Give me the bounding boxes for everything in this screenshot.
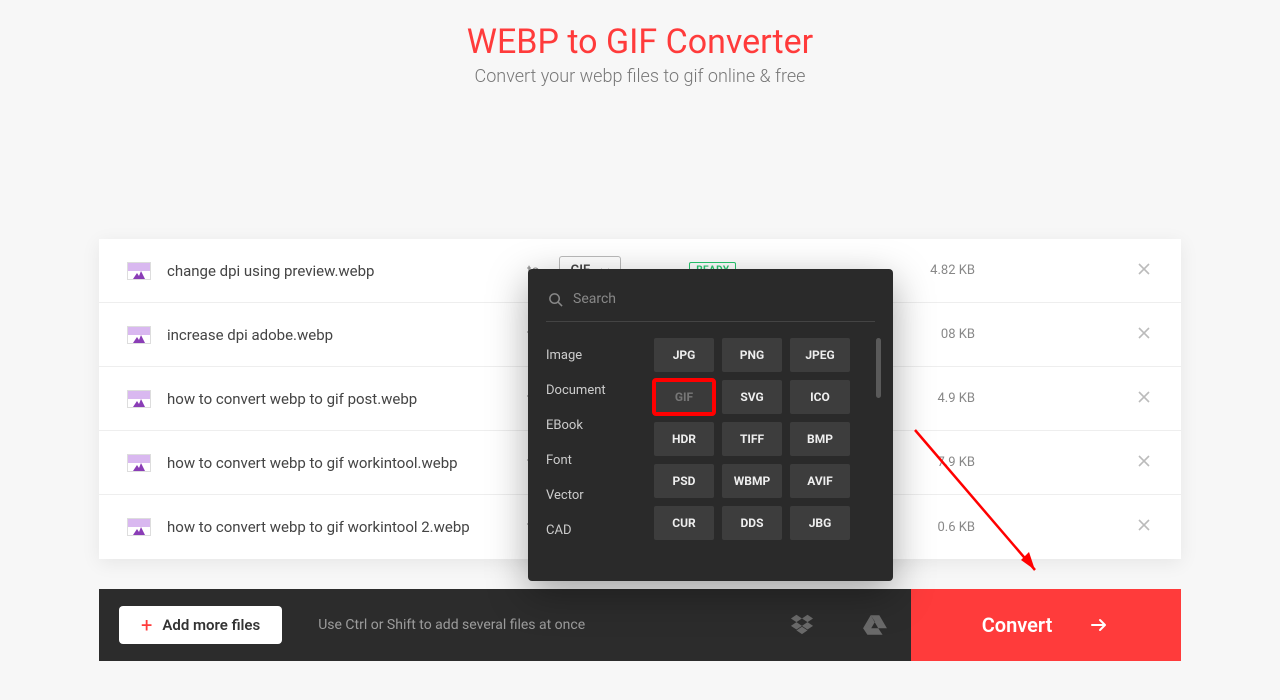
page-header: WEBP to GIF Converter Convert your webp … <box>0 0 1280 97</box>
file-size: 4.9 KB <box>937 391 975 406</box>
remove-file-button[interactable] <box>1135 388 1153 410</box>
search-icon <box>548 292 563 307</box>
remove-file-button[interactable] <box>1135 516 1153 538</box>
convert-button[interactable]: Convert <box>911 589 1181 661</box>
ext-cur[interactable]: CUR <box>654 506 714 540</box>
ext-gif[interactable]: GIF <box>654 380 714 414</box>
remove-file-button[interactable] <box>1135 260 1153 282</box>
cloud-sources <box>767 589 911 661</box>
file-thumb-icon <box>127 262 151 280</box>
file-name: how to convert webp to gif workintool.we… <box>167 454 507 472</box>
ext-tiff[interactable]: TIFF <box>722 422 782 456</box>
multi-select-hint: Use Ctrl or Shift to add several files a… <box>318 617 585 633</box>
file-size: 0.6 KB <box>937 520 975 535</box>
category-image[interactable]: Image <box>546 338 642 373</box>
category-ebook[interactable]: EBook <box>546 408 642 443</box>
ext-ico[interactable]: ICO <box>790 380 850 414</box>
remove-file-button[interactable] <box>1135 452 1153 474</box>
file-size: 7.9 KB <box>937 455 975 470</box>
add-more-files-button[interactable]: + Add more files <box>119 606 282 644</box>
file-size: 4.82 KB <box>930 263 975 278</box>
format-dropdown: Image Document EBook Font Vector CAD JPG… <box>528 269 893 581</box>
ext-dds[interactable]: DDS <box>722 506 782 540</box>
ext-psd[interactable]: PSD <box>654 464 714 498</box>
dropbox-icon <box>790 612 816 638</box>
file-thumb-icon <box>127 454 151 472</box>
category-font[interactable]: Font <box>546 443 642 478</box>
ext-avif[interactable]: AVIF <box>790 464 850 498</box>
page-subtitle: Convert your webp files to gif online & … <box>0 66 1280 87</box>
file-thumb-icon <box>127 518 151 536</box>
ext-svg[interactable]: SVG <box>722 380 782 414</box>
dropbox-button[interactable] <box>767 589 839 661</box>
file-thumb-icon <box>127 390 151 408</box>
google-drive-icon <box>862 612 888 638</box>
format-search-row <box>546 287 875 322</box>
file-name: change dpi using preview.webp <box>167 262 507 280</box>
bottom-toolbar: + Add more files Use Ctrl or Shift to ad… <box>99 589 1181 661</box>
plus-icon: + <box>141 618 152 632</box>
format-category-list: Image Document EBook Font Vector CAD <box>546 338 642 568</box>
category-cad[interactable]: CAD <box>546 513 642 548</box>
category-vector[interactable]: Vector <box>546 478 642 513</box>
format-search-input[interactable] <box>573 291 873 307</box>
convert-label: Convert <box>982 613 1053 637</box>
file-name: increase dpi adobe.webp <box>167 326 507 344</box>
google-drive-button[interactable] <box>839 589 911 661</box>
format-extension-grid: JPG PNG JPEG GIF SVG ICO HDR TIFF BMP PS… <box>654 338 875 568</box>
ext-hdr[interactable]: HDR <box>654 422 714 456</box>
file-size: 08 KB <box>941 327 975 342</box>
category-document[interactable]: Document <box>546 373 642 408</box>
dropdown-scrollbar[interactable] <box>876 338 881 398</box>
file-name: how to convert webp to gif workintool 2.… <box>167 518 507 536</box>
ext-wbmp[interactable]: WBMP <box>722 464 782 498</box>
ext-jpeg[interactable]: JPEG <box>790 338 850 372</box>
file-name: how to convert webp to gif post.webp <box>167 390 507 408</box>
ext-jbg[interactable]: JBG <box>790 506 850 540</box>
page-title: WEBP to GIF Converter <box>0 22 1280 62</box>
remove-file-button[interactable] <box>1135 324 1153 346</box>
arrow-right-icon <box>1088 614 1110 636</box>
ext-bmp[interactable]: BMP <box>790 422 850 456</box>
ext-jpg[interactable]: JPG <box>654 338 714 372</box>
file-thumb-icon <box>127 326 151 344</box>
ext-png[interactable]: PNG <box>722 338 782 372</box>
add-more-label: Add more files <box>162 616 260 634</box>
